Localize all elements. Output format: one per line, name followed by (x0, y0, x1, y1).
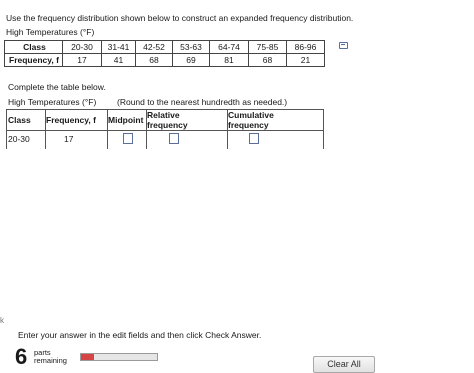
relative-frequency-input[interactable] (169, 133, 179, 144)
frequency-cell: 41 (101, 53, 136, 67)
answer-table: Class Frequency, f Midpoint Relative fre… (6, 109, 324, 149)
instruction-text: Enter your answer in the edit fields and… (18, 330, 262, 340)
parts-label-line2: remaining (34, 356, 67, 365)
header-cumulative-1: Cumulative (228, 110, 274, 120)
header-cumulative-2: frequency (228, 120, 269, 130)
class-cell: 42-52 (135, 40, 173, 54)
question-intro: Use the frequency distribution shown bel… (6, 13, 354, 23)
row-class: 20-30 (8, 134, 30, 144)
header-frequency: Frequency, f (46, 115, 96, 125)
parts-remaining-label: parts remaining (34, 349, 67, 365)
header-relative-1: Relative (147, 110, 180, 120)
frequency-row-label: Frequency, f (4, 53, 63, 67)
frequency-cell: 68 (135, 53, 173, 67)
header-class: Class (8, 115, 31, 125)
dist-table-caption: High Temperatures (°F) (6, 27, 95, 37)
progress-fill (81, 354, 94, 360)
class-cell: 31-41 (101, 40, 136, 54)
class-row-label: Class (4, 40, 63, 54)
class-cell: 75-85 (248, 40, 287, 54)
class-cell: 53-63 (172, 40, 210, 54)
frequency-cell: 81 (209, 53, 249, 67)
copy-data-icon[interactable] (339, 42, 348, 49)
header-midpoint: Midpoint (108, 115, 144, 125)
rounding-note: (Round to the nearest hundredth as neede… (117, 97, 288, 107)
frequency-cell: 17 (62, 53, 102, 67)
class-cell: 86-96 (286, 40, 325, 54)
frequency-distribution-table: Class 20-30 31-41 42-52 53-63 64-74 75-8… (4, 40, 325, 67)
parts-remaining-count: 6 (15, 344, 28, 369)
frequency-cell: 21 (286, 53, 325, 67)
clear-all-button[interactable]: Clear All (313, 356, 375, 373)
complete-prompt: Complete the table below. (8, 82, 106, 92)
frequency-cell: 68 (248, 53, 287, 67)
frequency-cell: 69 (172, 53, 210, 67)
class-cell: 20-30 (62, 40, 102, 54)
frequency-row: Frequency, f 17 41 68 69 81 68 21 (4, 53, 325, 67)
cumulative-frequency-input[interactable] (249, 133, 259, 144)
left-edge-mark: k (0, 316, 4, 325)
row-frequency: 17 (64, 134, 74, 144)
parts-progress-bar (80, 353, 158, 361)
answer-table-caption: High Temperatures (°F) (8, 97, 97, 107)
header-relative-2: frequency (147, 120, 188, 130)
midpoint-input[interactable] (123, 133, 133, 144)
class-row: Class 20-30 31-41 42-52 53-63 64-74 75-8… (4, 40, 325, 54)
class-cell: 64-74 (209, 40, 249, 54)
